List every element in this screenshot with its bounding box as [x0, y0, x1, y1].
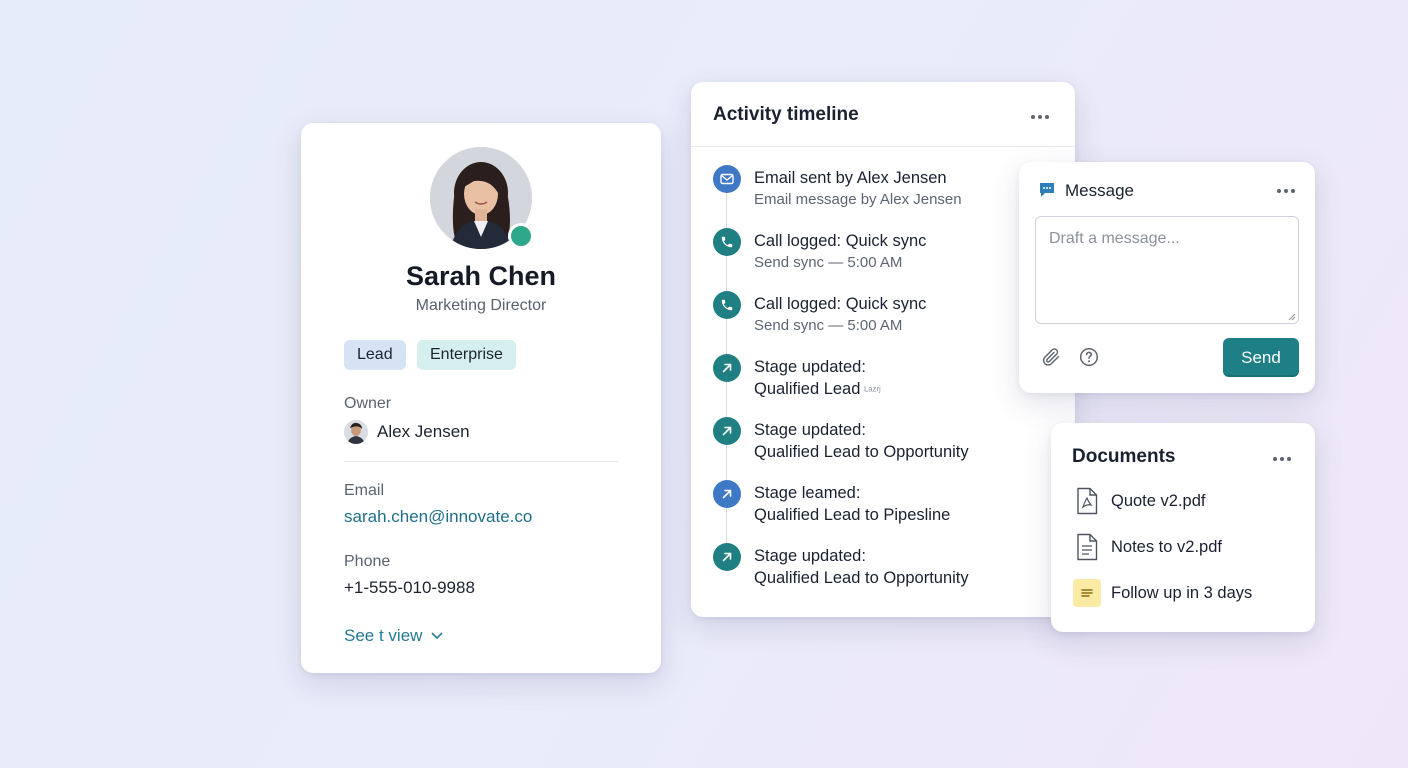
pdf-file-icon — [1073, 486, 1101, 516]
document-item[interactable]: Notes to v2.pdf — [1073, 532, 1222, 562]
message-card: Message Send — [1019, 162, 1315, 393]
activity-timeline-card: Activity timeline Email sent by Alex Jen… — [691, 82, 1075, 617]
timeline-item-subtitle: Send sync — 5:00 AM — [754, 254, 903, 271]
owner-avatar — [344, 420, 368, 444]
see-view-label: See t view — [344, 626, 423, 645]
contact-job-title: Marketing Director — [415, 297, 547, 314]
message-input[interactable] — [1035, 216, 1299, 324]
timeline-item-detail: Qualified Lead to Pipesline — [754, 506, 951, 524]
timeline-item-title: Call logged: Quick sync — [754, 295, 927, 313]
mail-icon — [713, 165, 741, 193]
help-icon[interactable] — [1079, 347, 1099, 372]
document-name: Quote v2.pdf — [1111, 491, 1206, 510]
arrow-up-right-icon — [713, 480, 741, 508]
see-full-view-link[interactable]: See t view — [344, 626, 443, 646]
owner-row[interactable]: Alex Jensen — [344, 420, 470, 444]
email-link[interactable]: sarah.chen@innovate.co — [344, 507, 532, 527]
arrow-up-right-icon — [713, 543, 741, 571]
phone-label: Phone — [344, 553, 391, 570]
paperclip-icon[interactable] — [1041, 347, 1061, 372]
timeline-item-title: Call logged: Quick sync — [754, 232, 927, 250]
chevron-down-icon — [432, 632, 443, 640]
timeline-item-detail: Qualified Lead to Opportunity — [754, 443, 969, 461]
tag-enterprise[interactable]: Enterprise — [417, 340, 516, 370]
timeline-item-subtitle: Email message by Alex Jensen — [754, 191, 962, 208]
timeline-item-detail: Qualified Lead ᴸᵃᶻʳʲ — [754, 378, 1064, 402]
documents-title: Documents — [1072, 446, 1176, 467]
email-label: Email — [344, 482, 385, 499]
contact-card: Sarah Chen Marketing Director Lead Enter… — [301, 123, 661, 673]
timeline-more-icon[interactable] — [1031, 112, 1053, 122]
timeline-item-annotation: ᴸᵃᶻʳʲ — [864, 385, 881, 397]
document-name: Follow up in 3 days — [1111, 583, 1253, 602]
owner-name: Alex Jensen — [377, 422, 470, 441]
documents-card: Documents Quote v2.pdf Notes to v2.pdf F… — [1051, 423, 1315, 632]
phone-icon — [713, 291, 741, 319]
arrow-up-right-icon — [713, 354, 741, 382]
timeline-item-title: Stage updated: — [754, 547, 866, 565]
timeline-item-title: Email sent by Alex Jensen — [754, 169, 947, 187]
timeline-title: Activity timeline — [713, 104, 859, 125]
phone-value[interactable]: +1-555-010-9988 — [344, 578, 475, 598]
timeline-item-detail: Qualified Lead to Opportunity — [754, 569, 969, 587]
contact-avatar-wrapper — [430, 147, 534, 249]
owner-label: Owner — [344, 395, 392, 412]
resize-handle-icon[interactable] — [1287, 312, 1296, 321]
phone-icon — [713, 228, 741, 256]
timeline-item-title: Stage updated: — [754, 421, 866, 439]
timeline-item-subtitle: Send sync — 5:00 AM — [754, 317, 903, 334]
document-item[interactable]: Follow up in 3 days — [1073, 578, 1252, 608]
online-status-indicator — [508, 223, 534, 249]
timeline-item-title: Stage updated: — [754, 358, 866, 376]
timeline-header: Activity timeline — [691, 82, 1075, 147]
contact-name: Sarah Chen — [405, 261, 557, 291]
message-more-icon[interactable] — [1277, 186, 1299, 196]
documents-more-icon[interactable] — [1273, 454, 1295, 464]
timeline-item-detail-text: Qualified Lead — [754, 380, 861, 398]
send-button[interactable]: Send — [1223, 338, 1299, 377]
message-title: Message — [1065, 181, 1134, 200]
chat-bubble-icon — [1038, 181, 1056, 204]
document-file-icon — [1073, 532, 1101, 562]
tag-lead[interactable]: Lead — [344, 340, 406, 370]
note-icon — [1073, 578, 1101, 608]
divider — [344, 461, 618, 462]
timeline-item-title: Stage leamed: — [754, 484, 861, 502]
document-name: Notes to v2.pdf — [1111, 537, 1222, 556]
document-item[interactable]: Quote v2.pdf — [1073, 486, 1205, 516]
arrow-up-right-icon — [713, 417, 741, 445]
